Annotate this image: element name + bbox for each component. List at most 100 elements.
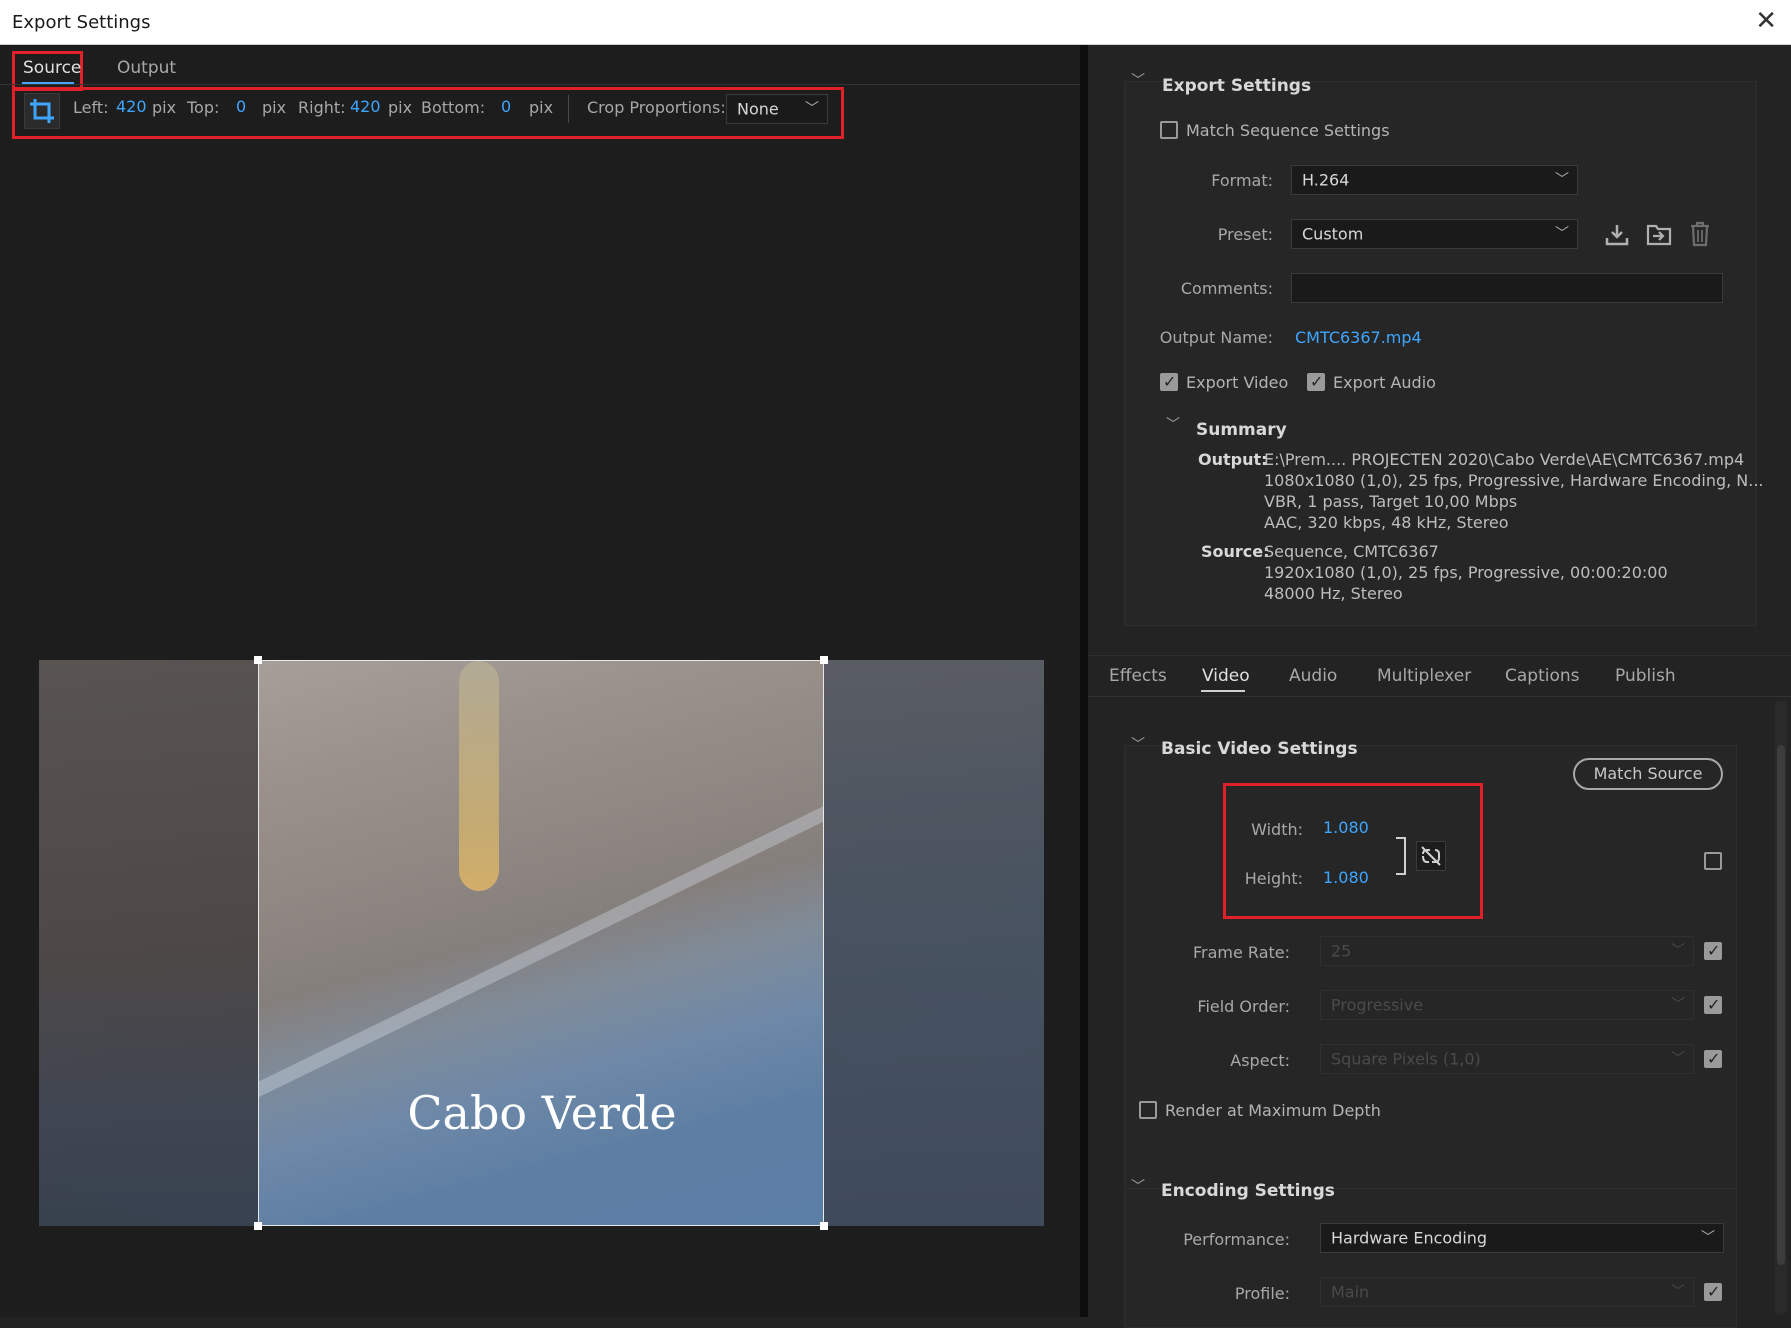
crop-right-value[interactable]: 420 bbox=[350, 97, 381, 116]
export-video-label: Export Video bbox=[1186, 373, 1289, 392]
output-name-label: Output Name: bbox=[1159, 328, 1273, 347]
chevron-down-icon: ﹀ bbox=[1671, 1284, 1685, 1300]
chevron-down-icon: ﹀ bbox=[1671, 943, 1685, 959]
crop-handle-bottom-right[interactable] bbox=[820, 1222, 828, 1230]
tab-captions[interactable]: Captions bbox=[1505, 666, 1580, 686]
tab-video-underline bbox=[1201, 690, 1245, 692]
tab-multiplexer[interactable]: Multiplexer bbox=[1377, 666, 1471, 686]
crop-top-value[interactable]: 0 bbox=[236, 97, 246, 116]
chevron-down-icon: ﹀ bbox=[1671, 997, 1685, 1013]
right-dimmed-area bbox=[824, 660, 1044, 1226]
frame-rate-dropdown: 25 ﹀ bbox=[1320, 936, 1694, 966]
crop-left-label: Left: bbox=[73, 98, 109, 117]
chevron-down-icon: ﹀ bbox=[1555, 172, 1569, 188]
constrain-proportions-button[interactable] bbox=[1416, 841, 1446, 871]
match-sequence-label: Match Sequence Settings bbox=[1186, 121, 1390, 140]
crop-proportions-value: None bbox=[737, 99, 779, 119]
basic-video-header: Basic Video Settings bbox=[1161, 739, 1358, 759]
chevron-down-icon: ﹀ bbox=[1701, 1230, 1715, 1246]
summary-source-line-2: 1920x1080 (1,0), 25 fps, Progressive, 00… bbox=[1264, 563, 1668, 582]
export-audio-checkbox[interactable] bbox=[1307, 372, 1325, 391]
summary-header: Summary bbox=[1196, 420, 1287, 440]
aspect-dropdown: Square Pixels (1,0) ﹀ bbox=[1320, 1044, 1694, 1074]
chevron-down-icon[interactable]: ﹀ bbox=[1131, 70, 1145, 90]
chevron-down-icon: ﹀ bbox=[1555, 226, 1569, 242]
scrollbar-thumb[interactable] bbox=[1777, 745, 1785, 1265]
chevron-down-icon[interactable]: ﹀ bbox=[1166, 414, 1180, 434]
close-icon[interactable]: ✕ bbox=[1755, 8, 1777, 34]
summary-output-line-2: 1080x1080 (1,0), 25 fps, Progressive, Ha… bbox=[1264, 471, 1764, 490]
export-audio-label: Export Audio bbox=[1333, 373, 1436, 392]
crop-left-value[interactable]: 420 bbox=[116, 97, 147, 116]
profile-label: Profile: bbox=[1234, 1284, 1290, 1303]
toolbar-separator bbox=[568, 95, 569, 123]
profile-match-checkbox[interactable] bbox=[1704, 1282, 1722, 1301]
chevron-down-icon[interactable]: ﹀ bbox=[1131, 1176, 1145, 1196]
crop-top-unit: pix bbox=[262, 98, 287, 117]
crop-right-unit: pix bbox=[388, 98, 413, 117]
summary-source-line-3: 48000 Hz, Stereo bbox=[1264, 584, 1403, 603]
profile-value: Main bbox=[1331, 1282, 1370, 1302]
aspect-label: Aspect: bbox=[1230, 1051, 1290, 1070]
video-caption: Cabo Verde bbox=[407, 1086, 677, 1140]
settings-scrollbar[interactable] bbox=[1775, 700, 1787, 1315]
pane-splitter[interactable] bbox=[1080, 45, 1088, 1317]
crop-bottom-value[interactable]: 0 bbox=[501, 97, 511, 116]
width-label: Width: bbox=[1251, 820, 1303, 839]
tab-video[interactable]: Video bbox=[1202, 666, 1250, 686]
performance-label: Performance: bbox=[1183, 1230, 1290, 1249]
comments-label: Comments: bbox=[1180, 279, 1273, 298]
frame-rate-match-checkbox[interactable] bbox=[1704, 941, 1722, 960]
aspect-match-checkbox[interactable] bbox=[1704, 1049, 1722, 1068]
summary-output-line-4: AAC, 320 kbps, 48 kHz, Stereo bbox=[1264, 513, 1509, 532]
field-order-value: Progressive bbox=[1331, 995, 1424, 1015]
format-dropdown[interactable]: H.264 ﹀ bbox=[1291, 165, 1578, 195]
preset-dropdown[interactable]: Custom ﹀ bbox=[1291, 219, 1578, 249]
export-video-checkbox[interactable] bbox=[1160, 372, 1178, 391]
summary-output-label: Output: bbox=[1198, 450, 1268, 469]
tab-audio[interactable]: Audio bbox=[1289, 666, 1337, 686]
crop-region[interactable]: Cabo Verde bbox=[258, 660, 824, 1226]
dimensions-override-checkbox[interactable] bbox=[1704, 852, 1722, 870]
crop-bottom-unit: pix bbox=[529, 98, 554, 117]
field-order-match-checkbox[interactable] bbox=[1704, 995, 1722, 1014]
crop-proportions-dropdown[interactable]: None ﹀ bbox=[726, 94, 828, 124]
crop-handle-top-left[interactable] bbox=[254, 656, 262, 664]
chevron-down-icon: ﹀ bbox=[805, 101, 819, 117]
performance-dropdown[interactable]: Hardware Encoding ﹀ bbox=[1320, 1223, 1724, 1253]
save-preset-icon[interactable] bbox=[1604, 222, 1630, 248]
profile-dropdown: Main ﹀ bbox=[1320, 1277, 1694, 1307]
surf-line bbox=[259, 778, 823, 1098]
chevron-down-icon[interactable]: ﹀ bbox=[1131, 734, 1145, 754]
import-preset-icon[interactable] bbox=[1645, 222, 1673, 248]
tab-effects[interactable]: Effects bbox=[1109, 666, 1167, 686]
width-value[interactable]: 1.080 bbox=[1323, 818, 1369, 837]
crop-handle-bottom-left[interactable] bbox=[254, 1222, 262, 1230]
match-source-button[interactable]: Match Source bbox=[1573, 758, 1723, 790]
output-name-link[interactable]: CMTC6367.mp4 bbox=[1295, 328, 1422, 347]
crop-tool-button[interactable] bbox=[24, 93, 60, 129]
encoding-settings-section bbox=[1124, 1188, 1737, 1328]
crop-handle-top-right[interactable] bbox=[820, 656, 828, 664]
comments-input[interactable] bbox=[1291, 273, 1723, 303]
crop-left-unit: pix bbox=[152, 98, 177, 117]
tab-source[interactable]: Source bbox=[23, 58, 81, 78]
encoding-settings-header: Encoding Settings bbox=[1161, 1181, 1335, 1201]
format-label: Format: bbox=[1211, 171, 1273, 190]
chevron-down-icon: ﹀ bbox=[1671, 1051, 1685, 1067]
tab-output[interactable]: Output bbox=[117, 58, 176, 78]
summary-output-line-1: E:\Prem.... PROJECTEN 2020\Cabo Verde\AE… bbox=[1264, 450, 1745, 469]
summary-output-line-3: VBR, 1 pass, Target 10,00 Mbps bbox=[1264, 492, 1518, 511]
title-bar: Export Settings ✕ bbox=[0, 0, 1791, 45]
crop-bottom-label: Bottom: bbox=[421, 98, 486, 117]
export-settings-header: Export Settings bbox=[1162, 76, 1312, 96]
delete-preset-icon[interactable] bbox=[1688, 220, 1712, 248]
tab-publish[interactable]: Publish bbox=[1615, 666, 1676, 686]
crop-icon bbox=[30, 99, 54, 123]
match-sequence-checkbox[interactable] bbox=[1160, 121, 1178, 139]
aspect-value: Square Pixels (1,0) bbox=[1331, 1049, 1481, 1069]
field-order-dropdown: Progressive ﹀ bbox=[1320, 990, 1694, 1020]
height-value[interactable]: 1.080 bbox=[1323, 868, 1369, 887]
render-max-depth-label: Render at Maximum Depth bbox=[1165, 1101, 1381, 1120]
render-max-depth-checkbox[interactable] bbox=[1139, 1101, 1157, 1119]
